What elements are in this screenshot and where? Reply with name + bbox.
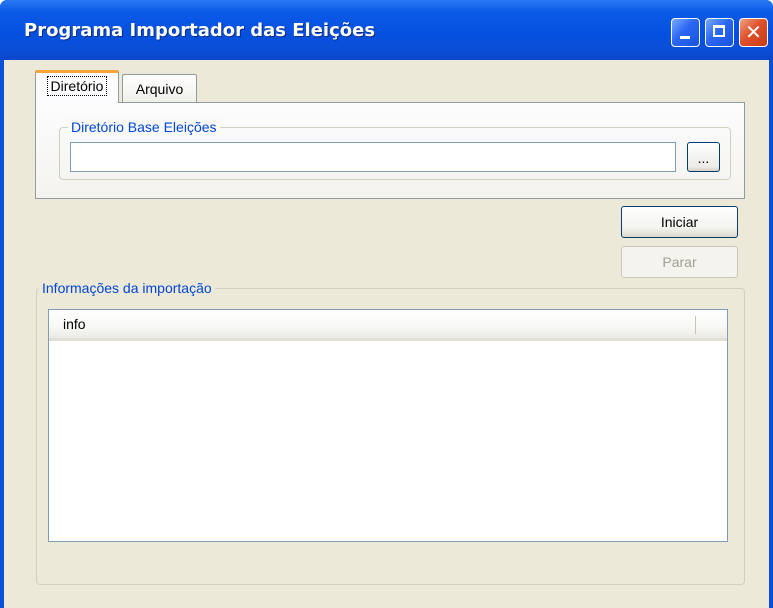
import-info-groupbox: Informações da importação info	[36, 279, 745, 585]
directory-group-label: Diretório Base Eleições	[68, 118, 220, 136]
tab-label: Diretório	[46, 76, 108, 96]
close-icon: ✕	[745, 20, 762, 44]
directory-input[interactable]	[70, 142, 676, 172]
directory-groupbox: Diretório Base Eleições ...	[59, 118, 731, 180]
column-header-info[interactable]: info	[63, 316, 86, 332]
maximize-icon	[713, 25, 725, 37]
browse-button[interactable]: ...	[687, 142, 720, 172]
tab-panel-diretorio: Diretório Base Eleições ...	[35, 102, 745, 199]
import-info-list[interactable]: info	[48, 309, 728, 542]
minimize-icon	[680, 36, 690, 39]
client-area: Diretório Arquivo Diretório Base Eleiçõe…	[4, 60, 769, 608]
tab-label: Arquivo	[135, 81, 184, 97]
start-button[interactable]: Iniciar	[621, 206, 738, 238]
tab-diretorio[interactable]: Diretório	[35, 70, 119, 103]
stop-button[interactable]: Parar	[621, 246, 738, 278]
title-bar[interactable]: Programa Importador das Eleições ✕	[0, 0, 773, 60]
close-button[interactable]: ✕	[739, 18, 768, 47]
column-separator[interactable]	[695, 316, 696, 334]
minimize-button[interactable]	[671, 18, 700, 47]
tab-arquivo[interactable]: Arquivo	[122, 74, 197, 102]
app-window: Programa Importador das Eleições ✕ Diret…	[0, 0, 773, 608]
window-title: Programa Importador das Eleições	[24, 20, 376, 41]
list-header: info	[49, 310, 727, 341]
import-info-group-label: Informações da importação	[39, 279, 215, 297]
maximize-button[interactable]	[705, 18, 734, 47]
